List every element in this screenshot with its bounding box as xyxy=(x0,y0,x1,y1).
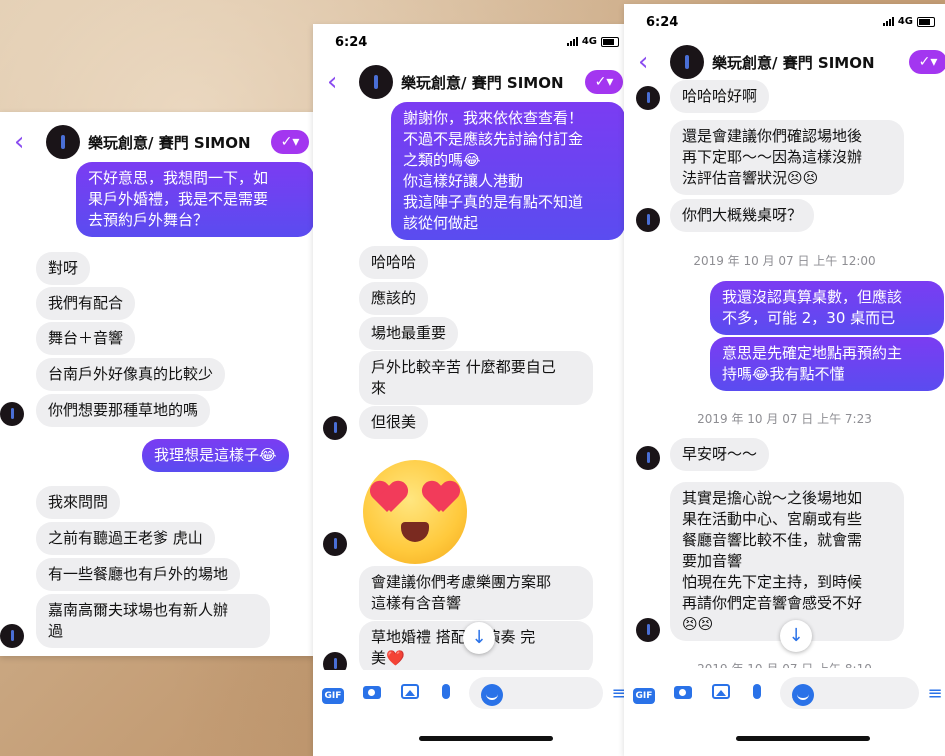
incoming-message[interactable]: 會建議你們考慮樂團方案耶 這樣有含音響 xyxy=(359,566,593,620)
emoji-icon[interactable] xyxy=(792,684,814,706)
gif-button[interactable]: GIF xyxy=(624,683,664,704)
message-line: 謝謝你，我來依依查查看！ xyxy=(403,109,584,127)
sender-avatar xyxy=(0,624,24,648)
message-list: 不好意思，我想問一下，如 果戶外婚禮，我是不是需要 去預約戶外舞台？ 對呀 我們… xyxy=(0,112,315,656)
message-line: 嘉南高爾夫球場也有新人辦 xyxy=(48,601,229,619)
gif-label: GIF xyxy=(632,687,656,704)
message-line: 戶外比較辛苦 什麼都要自己 xyxy=(371,358,556,376)
message-line: 來 xyxy=(371,379,387,397)
message-line: 不多，可能 2，30 桌而已 xyxy=(722,309,896,327)
outgoing-message[interactable]: 不好意思，我想問一下，如 果戶外婚禮，我是不是需要 去預約戶外舞台？ xyxy=(76,162,314,237)
incoming-message[interactable]: 舞台＋音響 xyxy=(36,322,136,355)
gallery-icon[interactable] xyxy=(391,683,429,703)
timestamp: 2019 年 10 月 07 日 上午 8:10 xyxy=(624,660,945,668)
incoming-message[interactable]: 早安呀～～ xyxy=(670,438,770,471)
message-line: 再下定耶～～因為這樣沒辦 xyxy=(682,148,863,166)
camera-icon[interactable] xyxy=(664,684,702,703)
incoming-message[interactable]: 台南戶外好像真的比較少 xyxy=(36,358,226,391)
composer-toolbar: GIF Aa ≡ xyxy=(624,670,945,716)
sender-avatar xyxy=(636,618,660,642)
message-input[interactable]: Aa xyxy=(469,677,603,709)
message-line: 怕現在先下定主持，到時候 xyxy=(682,573,863,591)
more-icon[interactable]: ≡ xyxy=(925,683,945,704)
incoming-message[interactable]: 嘉南高爾夫球場也有新人辦 過 xyxy=(36,594,270,648)
sender-avatar xyxy=(0,402,24,426)
gif-button[interactable]: GIF xyxy=(313,683,353,704)
message-line: 我還沒認真算桌數，但應該 xyxy=(722,288,903,306)
outgoing-message[interactable]: 意思是先確定地點再預約主 持嗎😂我有點不懂 xyxy=(710,337,944,391)
scroll-down-button[interactable]: ↓ xyxy=(463,622,495,654)
emoji-icon[interactable] xyxy=(481,684,503,706)
emoji-mouth xyxy=(401,522,429,542)
message-line: 果在活動中心、宮廟或有些 xyxy=(682,510,863,528)
incoming-message[interactable]: 我們有配合 xyxy=(36,287,136,320)
heart-icon xyxy=(371,482,407,514)
composer-toolbar: GIF Aa ≡ xyxy=(313,670,629,716)
sender-avatar xyxy=(636,208,660,232)
message-line: 不好意思，我想問一下，如 xyxy=(88,169,269,187)
timestamp: 2019 年 10 月 07 日 上午 12:00 xyxy=(693,254,876,268)
outgoing-message[interactable]: 我理想是這樣子😂 xyxy=(142,439,289,472)
timestamp: 2019 年 10 月 07 日 上午 7:23 xyxy=(697,412,872,426)
sender-avatar xyxy=(636,86,660,110)
screenshot-3: 6:24 4G ‹ 樂玩創意/ 賽門 SIMON ✓▾ 哈哈哈好啊 還是會建議你… xyxy=(624,4,945,756)
incoming-message[interactable]: 我來問問 xyxy=(36,486,121,519)
message-line: 該從何做起 xyxy=(403,214,479,232)
gallery-icon[interactable] xyxy=(702,683,740,703)
message-line: 我這陣子真的是有點不知道 xyxy=(403,193,584,211)
incoming-message[interactable]: 其實是擔心說～之後場地如 果在活動中心、宮廟或有些 餐廳音響比較不佳，就會需 要… xyxy=(670,482,904,641)
incoming-message[interactable]: 你們想要那種草地的嗎 xyxy=(36,394,211,427)
message-line: 還是會建議你們確認場地後 xyxy=(682,127,863,145)
home-indicator xyxy=(419,736,553,741)
home-indicator xyxy=(736,736,870,741)
heart-icon xyxy=(423,482,459,514)
message-line: 其實是擔心說～之後場地如 xyxy=(682,489,863,507)
incoming-message[interactable]: 還是會建議你們確認場地後 再下定耶～～因為這樣沒辦 法評估音響狀況😣😣 xyxy=(670,120,904,195)
message-line: 去預約戶外舞台？ xyxy=(88,211,209,229)
incoming-message[interactable]: 有一些餐廳也有戶外的場地 xyxy=(36,558,241,591)
outgoing-message[interactable]: 謝謝你，我來依依查查看！ 不過不是應該先討論付訂金 之類的嗎😂 你這樣好讓人港動… xyxy=(391,102,625,240)
message-line: 法評估音響狀況😣😣 xyxy=(682,169,819,187)
incoming-message[interactable]: 你們大概幾桌呀？ xyxy=(670,199,815,232)
sender-avatar xyxy=(323,416,347,440)
incoming-message[interactable]: 應該的 xyxy=(359,282,429,315)
microphone-icon[interactable] xyxy=(429,683,463,703)
heart-eyes-emoji[interactable] xyxy=(363,460,467,564)
message-line: 過 xyxy=(48,622,64,640)
message-line: 會建議你們考慮樂團方案耶 xyxy=(371,573,552,591)
incoming-message[interactable]: 戶外比較辛苦 什麼都要自己 來 xyxy=(359,351,593,405)
message-line: 要加音響 xyxy=(682,552,743,570)
message-line: 不過不是應該先討論付訂金 xyxy=(403,130,584,148)
gif-label: GIF xyxy=(321,687,345,704)
message-line: 意思是先確定地點再預約主 xyxy=(722,344,903,362)
screenshot-1: ‹ 樂玩創意/ 賽門 SIMON ✓▾ 不好意思，我想問一下，如 果戶外婚禮，我… xyxy=(0,112,315,656)
message-list: 謝謝你，我來依依查查看！ 不過不是應該先討論付訂金 之類的嗎😂 你這樣好讓人港動… xyxy=(313,24,629,676)
message-line: 你這樣好讓人港動 xyxy=(403,172,524,190)
incoming-message[interactable]: 但很美 xyxy=(359,406,429,439)
sender-avatar xyxy=(323,532,347,556)
scroll-down-button[interactable]: ↓ xyxy=(780,620,812,652)
message-line: 之類的嗎😂 xyxy=(403,151,481,169)
incoming-message[interactable]: 哈哈哈好啊 xyxy=(670,80,770,113)
incoming-message[interactable]: 之前有聽過王老爹 虎山 xyxy=(36,522,215,555)
incoming-message[interactable]: 哈哈哈 xyxy=(359,246,429,279)
incoming-message[interactable]: 場地最重要 xyxy=(359,317,459,350)
camera-icon[interactable] xyxy=(353,684,391,703)
screenshot-2: 6:24 4G ‹ 樂玩創意/ 賽門 SIMON ✓▾ 謝謝你，我來依依查查看！… xyxy=(313,24,629,756)
incoming-message[interactable]: 對呀 xyxy=(36,252,91,285)
message-line: 餐廳音響比較不佳，就會需 xyxy=(682,531,863,549)
message-line: 果戶外婚禮，我是不是需要 xyxy=(88,190,269,208)
message-input[interactable]: Aa xyxy=(780,677,919,709)
message-line: 再請你們定音響會感受不好 xyxy=(682,594,863,612)
microphone-icon[interactable] xyxy=(740,683,774,703)
message-line: 這樣有含音響 xyxy=(371,594,462,612)
outgoing-message[interactable]: 我還沒認真算桌數，但應該 不多，可能 2，30 桌而已 xyxy=(710,281,944,335)
message-list: 哈哈哈好啊 還是會建議你們確認場地後 再下定耶～～因為這樣沒辦 法評估音響狀況😣… xyxy=(624,4,945,674)
message-line: 持嗎😂我有點不懂 xyxy=(722,365,845,383)
sender-avatar xyxy=(636,446,660,470)
